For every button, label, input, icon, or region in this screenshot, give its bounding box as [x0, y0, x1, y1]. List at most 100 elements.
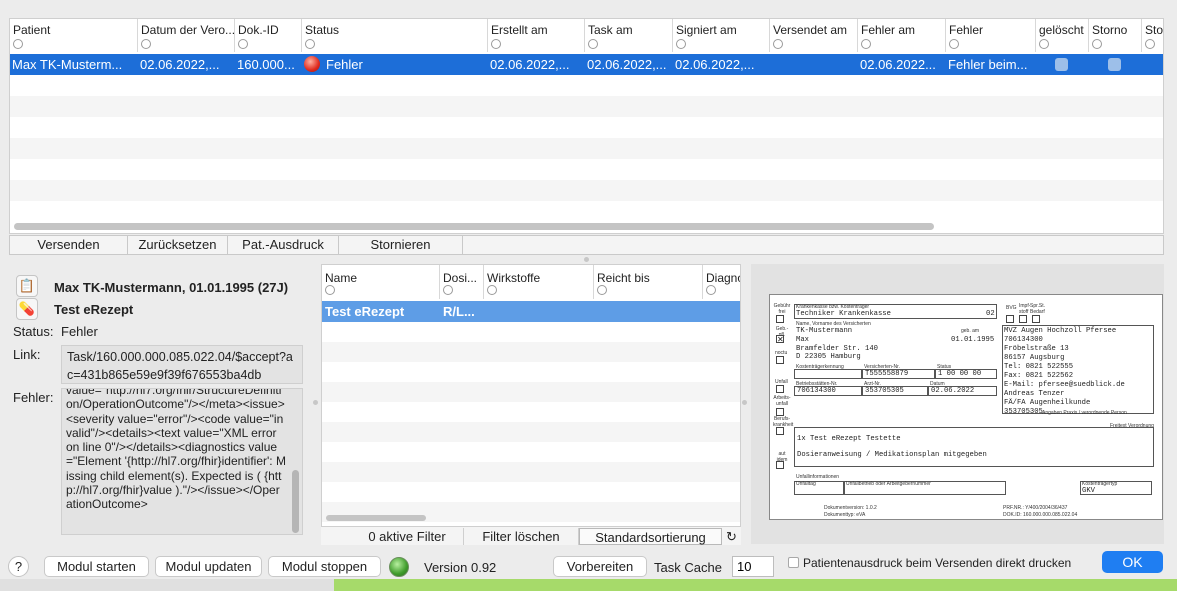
- filter-circle-icon[interactable]: [588, 39, 598, 49]
- doctor-line: Fax: 0821 522562: [1004, 372, 1074, 380]
- col-patient[interactable]: Patient: [10, 19, 138, 52]
- vorbereiten-button[interactable]: Vorbereiten: [553, 556, 647, 577]
- versenden-button[interactable]: Versenden: [10, 236, 128, 254]
- zuruecksetzen-button[interactable]: Zurücksetzen: [128, 236, 228, 254]
- split-grip-icon[interactable]: [584, 257, 589, 262]
- filter-circle-icon[interactable]: [1092, 39, 1102, 49]
- filter-circle-icon[interactable]: [1039, 39, 1049, 49]
- error-text-area[interactable]: value="http://hl7.org/fhir/StructureDefi…: [61, 388, 303, 535]
- list-item[interactable]: [322, 422, 740, 442]
- storno-checkbox[interactable]: [1108, 58, 1121, 71]
- modul-starten-button[interactable]: Modul starten: [44, 556, 149, 577]
- col-fehler[interactable]: Fehler: [946, 19, 1036, 52]
- filter-circle-icon[interactable]: [949, 39, 959, 49]
- modul-updaten-button[interactable]: Modul updaten: [155, 556, 262, 577]
- col-diagnose[interactable]: Diagno: [703, 265, 740, 299]
- col-status[interactable]: Status: [302, 19, 488, 52]
- ok-button[interactable]: OK: [1102, 551, 1163, 573]
- filter-circle-icon[interactable]: [13, 39, 23, 49]
- table-row[interactable]: [10, 201, 1163, 222]
- cell-status: Fehler: [326, 57, 363, 72]
- rx-line-2: Dosieranweisung / Medikationsplan mitgeg…: [797, 451, 987, 459]
- filter-clear-button[interactable]: Filter löschen: [464, 528, 579, 545]
- cell-patient: Max TK-Musterm...: [12, 57, 123, 72]
- med-name: Test eRezept: [325, 304, 405, 319]
- help-button[interactable]: ?: [8, 556, 29, 577]
- col-fehler-am[interactable]: Fehler am: [858, 19, 946, 52]
- print-on-send-checkbox[interactable]: [788, 557, 799, 568]
- list-item[interactable]: [322, 402, 740, 422]
- col-datum[interactable]: Datum der Vero...: [138, 19, 235, 52]
- filter-circle-icon[interactable]: [491, 39, 501, 49]
- filter-circle-icon[interactable]: [861, 39, 871, 49]
- table-row[interactable]: [10, 96, 1163, 117]
- col-sto[interactable]: Sto: [1142, 19, 1164, 52]
- col-dosis[interactable]: Dosi...: [440, 265, 484, 299]
- kostentraegertyp-value: GKV: [1082, 487, 1095, 495]
- split-grip-icon[interactable]: [313, 400, 318, 405]
- stornieren-button[interactable]: Stornieren: [339, 236, 463, 254]
- med-horizontal-scrollbar[interactable]: [326, 515, 426, 521]
- refresh-icon[interactable]: ↻: [722, 528, 741, 545]
- table-row[interactable]: [10, 138, 1163, 159]
- footer-doctype: Dokumenttyp: eVA: [824, 512, 866, 518]
- filter-circle-icon[interactable]: [676, 39, 686, 49]
- col-storno[interactable]: Storno: [1089, 19, 1142, 52]
- filter-circle-icon[interactable]: [238, 39, 248, 49]
- col-erstellt[interactable]: Erstellt am: [488, 19, 585, 52]
- med-row-selected[interactable]: Test eRezept R/L...: [322, 301, 740, 322]
- filter-circle-icon[interactable]: [597, 285, 607, 295]
- arzt-nr: 353705305: [865, 387, 904, 395]
- list-item[interactable]: [322, 322, 740, 342]
- sort-button[interactable]: Standardsortierung: [579, 528, 722, 545]
- table-row[interactable]: [10, 117, 1163, 138]
- split-grip-icon[interactable]: [742, 400, 747, 405]
- cell-task: 02.06.2022,...: [587, 57, 667, 72]
- filter-count-button[interactable]: 0 aktive Filter: [321, 528, 464, 545]
- list-item[interactable]: [322, 382, 740, 402]
- aut-idem-checkbox: [776, 461, 784, 469]
- list-item[interactable]: [322, 342, 740, 362]
- col-wirkstoffe[interactable]: Wirkstoffe: [484, 265, 594, 299]
- doctor-line: Andreas Tenzer: [1004, 390, 1065, 398]
- unfall-info-label: Unfallinformationen: [796, 474, 840, 480]
- filter-circle-icon[interactable]: [1145, 39, 1155, 49]
- filter-circle-icon[interactable]: [305, 39, 315, 49]
- error-scrollbar[interactable]: [292, 470, 299, 533]
- patient-city: D 22305 Hamburg: [796, 353, 861, 361]
- table-row-selected[interactable]: Max TK-Musterm... 02.06.2022,... 160.000…: [10, 54, 1163, 75]
- filter-circle-icon[interactable]: [325, 285, 335, 295]
- doctor-line: MVZ Augen Hochzoll Pfersee: [1004, 327, 1117, 335]
- col-signiert[interactable]: Signiert am: [673, 19, 770, 52]
- filter-circle-icon[interactable]: [706, 285, 716, 295]
- table-row[interactable]: [10, 180, 1163, 201]
- col-reicht-bis[interactable]: Reicht bis: [594, 265, 703, 299]
- patient-first-name: Max: [796, 336, 809, 344]
- col-geloescht[interactable]: gelöscht: [1036, 19, 1089, 52]
- filter-circle-icon[interactable]: [487, 285, 497, 295]
- list-item[interactable]: [322, 462, 740, 482]
- task-cache-input[interactable]: [732, 556, 774, 577]
- col-label: Sto: [1145, 23, 1164, 37]
- link-field[interactable]: Task/160.000.000.085.022.04/$accept?ac=4…: [61, 345, 303, 384]
- col-dok-id[interactable]: Dok.-ID: [235, 19, 302, 52]
- cell-fehler: Fehler beim...: [948, 57, 1028, 72]
- filter-circle-icon[interactable]: [443, 285, 453, 295]
- pat-ausdruck-button[interactable]: Pat.-Ausdruck: [228, 236, 339, 254]
- pills-icon: 💊: [16, 298, 38, 320]
- col-name[interactable]: Name: [322, 265, 440, 299]
- filter-circle-icon[interactable]: [773, 39, 783, 49]
- list-item[interactable]: [322, 362, 740, 382]
- list-item[interactable]: [322, 482, 740, 502]
- col-versendet[interactable]: Versendet am: [770, 19, 858, 52]
- table-row[interactable]: [10, 159, 1163, 180]
- filter-circle-icon[interactable]: [141, 39, 151, 49]
- col-task[interactable]: Task am: [585, 19, 673, 52]
- modul-stoppen-button[interactable]: Modul stoppen: [268, 556, 381, 577]
- table-row[interactable]: [10, 75, 1163, 96]
- geloescht-checkbox[interactable]: [1055, 58, 1068, 71]
- footer-prfnr: PRF.NR.: Y/400/2004/36/437: [1003, 505, 1068, 511]
- list-item[interactable]: [322, 442, 740, 462]
- rezept-name: Test eRezept: [54, 302, 134, 317]
- table-horizontal-scrollbar[interactable]: [14, 223, 934, 230]
